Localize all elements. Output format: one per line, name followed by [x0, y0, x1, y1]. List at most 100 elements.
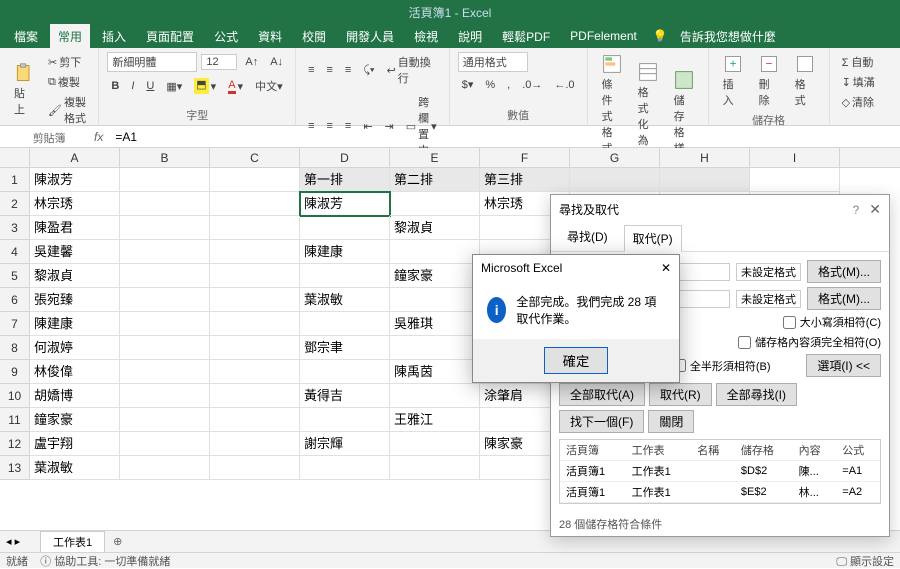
- cell[interactable]: [210, 264, 300, 288]
- cell[interactable]: [210, 336, 300, 360]
- ok-button[interactable]: 確定: [544, 347, 609, 374]
- cell[interactable]: 林宗琇: [30, 192, 120, 216]
- col-header[interactable]: E: [390, 148, 480, 167]
- cell[interactable]: [390, 240, 480, 264]
- row-header[interactable]: 11: [0, 408, 30, 432]
- sheet-nav-icons[interactable]: ◂ ▸: [6, 535, 20, 548]
- cell[interactable]: [210, 432, 300, 456]
- replace-all-button[interactable]: 全部取代(A): [559, 383, 645, 406]
- insert-cells-button[interactable]: +插入: [717, 52, 749, 110]
- cell[interactable]: 第三排: [480, 168, 570, 192]
- match-entire-checkbox[interactable]: 儲存格內容須完全相符(O): [738, 334, 881, 350]
- cell[interactable]: 黃得吉: [300, 384, 390, 408]
- find-next-button[interactable]: 找下一個(F): [559, 410, 644, 433]
- dec-decimal-button[interactable]: ←.0: [550, 77, 578, 93]
- paste-button[interactable]: 貼上: [8, 61, 40, 119]
- number-format-select[interactable]: 通用格式: [458, 52, 528, 72]
- row-header[interactable]: 10: [0, 384, 30, 408]
- cell[interactable]: 陳建康: [30, 312, 120, 336]
- cell[interactable]: [120, 288, 210, 312]
- cell[interactable]: 葉淑敏: [300, 288, 390, 312]
- col-header[interactable]: C: [210, 148, 300, 167]
- row-header[interactable]: 4: [0, 240, 30, 264]
- cell[interactable]: 吳雅琪: [390, 312, 480, 336]
- cell[interactable]: [120, 216, 210, 240]
- wrap-text-button[interactable]: ↩ 自動換行: [383, 52, 441, 88]
- cell[interactable]: [390, 336, 480, 360]
- row-header[interactable]: 6: [0, 288, 30, 312]
- cell[interactable]: [120, 192, 210, 216]
- cell[interactable]: 第一排: [300, 168, 390, 192]
- close-button[interactable]: 關閉: [648, 410, 694, 433]
- tab-developer[interactable]: 開發人員: [338, 24, 402, 49]
- cell[interactable]: [120, 240, 210, 264]
- find-all-button[interactable]: 全部尋找(I): [716, 383, 797, 406]
- cell[interactable]: 吳建馨: [30, 240, 120, 264]
- tab-help[interactable]: 說明: [450, 24, 490, 49]
- row-header[interactable]: 1: [0, 168, 30, 192]
- replace-format-button[interactable]: 格式(M)...: [807, 287, 881, 310]
- tab-review[interactable]: 校閱: [294, 24, 334, 49]
- cell[interactable]: 陳盈君: [30, 216, 120, 240]
- formula-input[interactable]: =A1: [109, 130, 900, 144]
- cell[interactable]: [210, 216, 300, 240]
- close-icon[interactable]: ✕: [661, 261, 671, 275]
- cell[interactable]: [750, 168, 840, 192]
- autosum-button[interactable]: Σ 自動: [838, 52, 878, 72]
- font-name-select[interactable]: 新細明體: [107, 52, 197, 72]
- cell[interactable]: [300, 264, 390, 288]
- dialog-help-icon[interactable]: ?: [853, 203, 860, 217]
- fill-button[interactable]: ↧填滿: [838, 72, 879, 92]
- cell[interactable]: [120, 384, 210, 408]
- orientation-button[interactable]: ⤹▾: [359, 62, 378, 79]
- match-case-checkbox[interactable]: 大小寫須相符(C): [783, 314, 881, 330]
- comma-button[interactable]: ,: [503, 77, 514, 93]
- cell[interactable]: [300, 216, 390, 240]
- col-header[interactable]: D: [300, 148, 390, 167]
- display-settings-button[interactable]: 🖵 顯示設定: [836, 556, 894, 568]
- match-fullhalf-checkbox[interactable]: 全半形須相符(B): [673, 358, 771, 374]
- align-middle-button[interactable]: ≡: [322, 62, 336, 78]
- cell[interactable]: 張宛臻: [30, 288, 120, 312]
- tab-pdf2[interactable]: PDFelement: [562, 25, 645, 47]
- add-sheet-button[interactable]: ⊕: [105, 535, 130, 548]
- format-cells-button[interactable]: 格式: [789, 52, 821, 110]
- format-painter-button[interactable]: 🖌複製格式: [44, 92, 90, 128]
- align-bottom-button[interactable]: ≡: [341, 62, 355, 78]
- tab-replace[interactable]: 取代(P): [624, 225, 682, 252]
- col-header[interactable]: G: [570, 148, 660, 167]
- col-header[interactable]: F: [480, 148, 570, 167]
- select-all-corner[interactable]: [0, 148, 30, 167]
- clear-button[interactable]: ◇清除: [838, 92, 878, 112]
- percent-button[interactable]: %: [481, 77, 499, 93]
- cell[interactable]: [210, 408, 300, 432]
- cell[interactable]: [390, 432, 480, 456]
- cell[interactable]: [300, 360, 390, 384]
- tab-file[interactable]: 檔案: [6, 24, 46, 49]
- row-header[interactable]: 3: [0, 216, 30, 240]
- tab-view[interactable]: 檢視: [406, 24, 446, 49]
- find-format-button[interactable]: 格式(M)...: [807, 260, 881, 283]
- cell[interactable]: 黎淑貞: [390, 216, 480, 240]
- row-header[interactable]: 13: [0, 456, 30, 480]
- tab-insert[interactable]: 插入: [94, 24, 134, 49]
- replace-button[interactable]: 取代(R): [649, 383, 712, 406]
- cell[interactable]: [660, 168, 750, 192]
- cell[interactable]: [570, 168, 660, 192]
- cell[interactable]: 胡嬌博: [30, 384, 120, 408]
- cell[interactable]: [210, 384, 300, 408]
- cell[interactable]: 何淑婷: [30, 336, 120, 360]
- cell[interactable]: [390, 384, 480, 408]
- cell[interactable]: [390, 288, 480, 312]
- cell[interactable]: [120, 168, 210, 192]
- cell[interactable]: 林俊偉: [30, 360, 120, 384]
- cell[interactable]: 黎淑貞: [30, 264, 120, 288]
- col-header[interactable]: A: [30, 148, 120, 167]
- cell[interactable]: 葉淑敏: [30, 456, 120, 480]
- cell[interactable]: 鐘家豪: [390, 264, 480, 288]
- col-header[interactable]: I: [750, 148, 840, 167]
- row-header[interactable]: 12: [0, 432, 30, 456]
- cell[interactable]: [120, 312, 210, 336]
- copy-button[interactable]: ⧉複製: [44, 72, 84, 92]
- options-button[interactable]: 選項(I) <<: [806, 354, 881, 377]
